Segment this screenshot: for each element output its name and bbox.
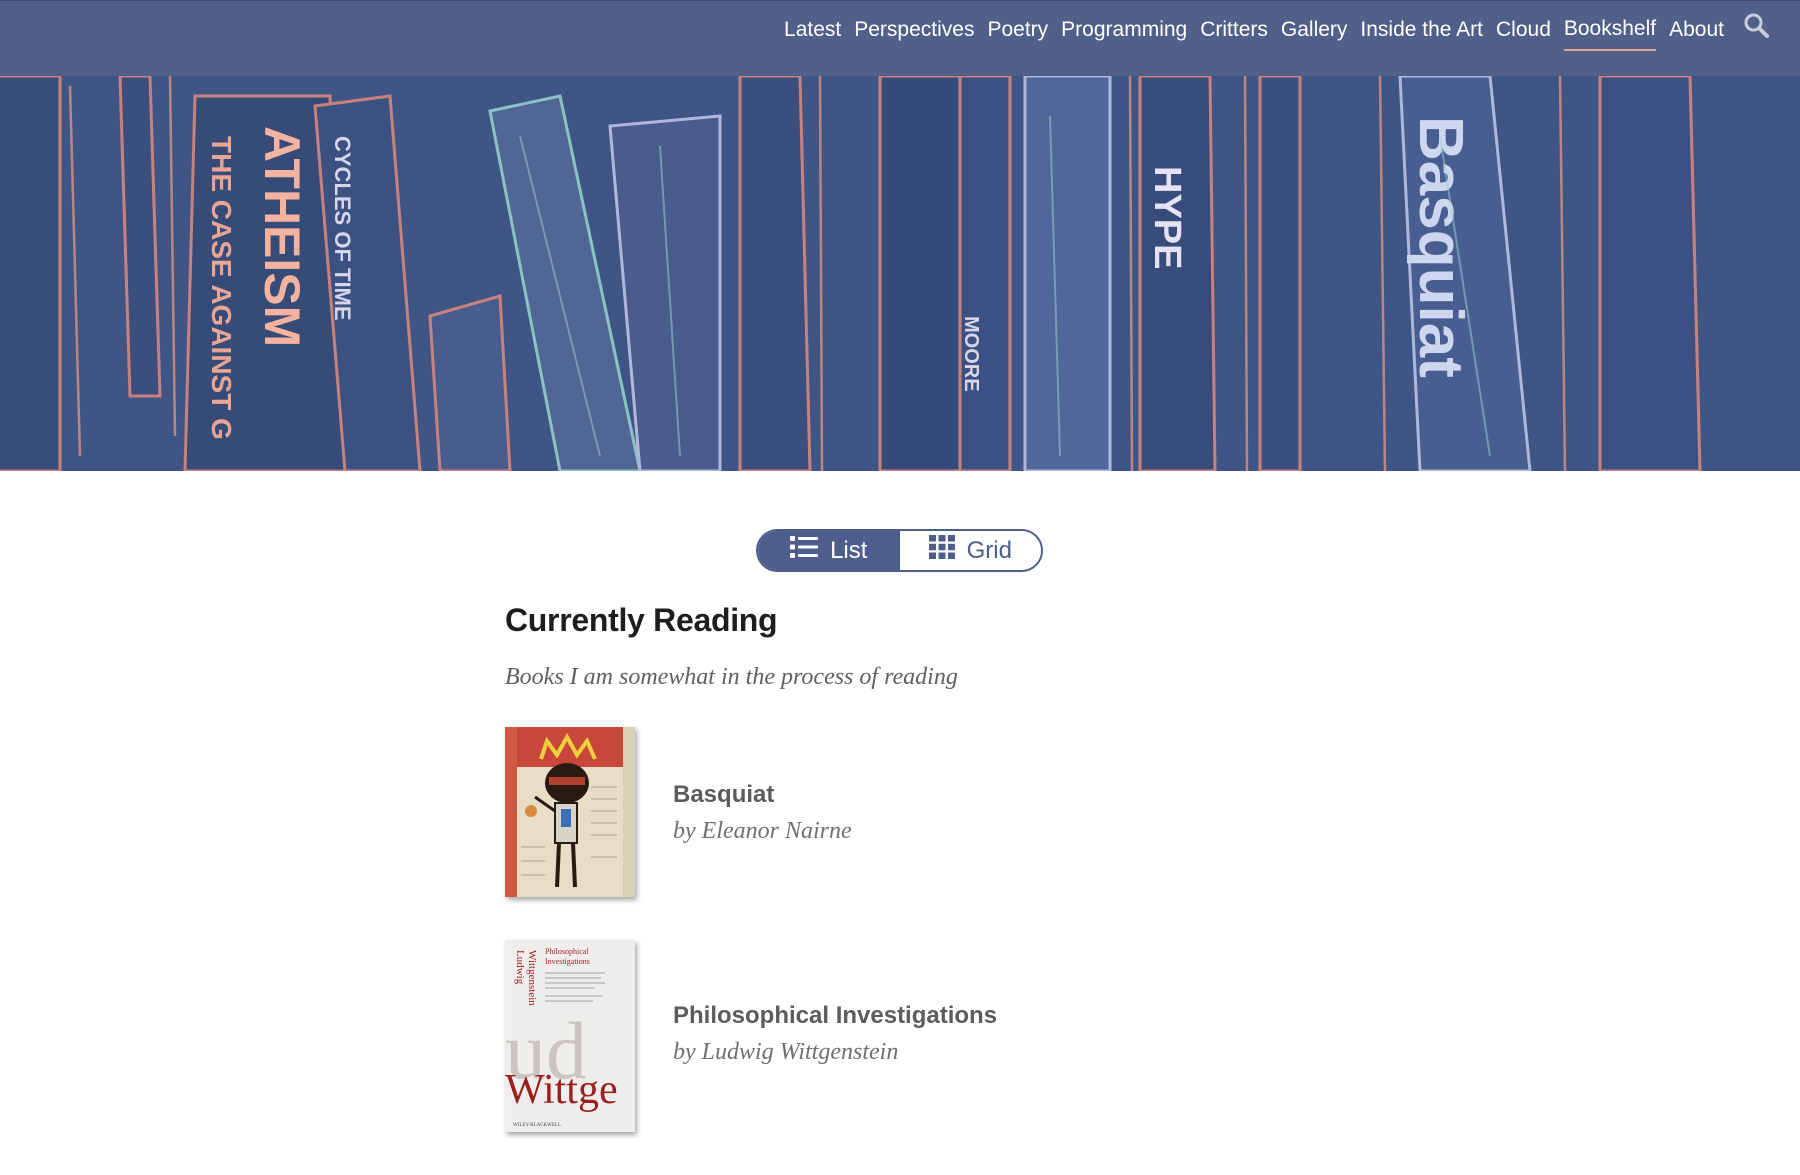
view-toggle: List Grid <box>756 529 1043 572</box>
main-nav: Latest Perspectives Poetry Programming C… <box>784 13 1724 51</box>
list-icon <box>790 535 819 566</box>
nav-item-about[interactable]: About <box>1669 14 1724 50</box>
book-cover-philosophical-investigations[interactable]: Ludwig Wittgenstein Philosophical Invest… <box>505 940 635 1132</box>
hero-spine-text: MOORE <box>960 316 982 392</box>
top-navigation-bar: Latest Perspectives Poetry Programming C… <box>0 0 1800 76</box>
nav-item-bookshelf[interactable]: Bookshelf <box>1563 13 1657 51</box>
nav-item-inside-the-art[interactable]: Inside the Art <box>1360 14 1483 50</box>
grid-icon <box>928 535 955 566</box>
hero-spine-text: CYCLES OF TIME <box>330 136 355 321</box>
section-title: Currently Reading <box>505 602 778 638</box>
cover-heading: Philosophical <box>545 947 589 956</box>
book-item-basquiat[interactable]: Basquiat by Eleanor Nairne <box>505 727 1205 902</box>
book-item-philosophical-investigations[interactable]: Ludwig Wittgenstein Philosophical Invest… <box>505 940 1205 1132</box>
cover-big-text: Wittge <box>505 1067 618 1113</box>
nav-item-critters[interactable]: Critters <box>1200 14 1268 50</box>
book-title[interactable]: Basquiat <box>673 781 774 809</box>
grid-view-label: Grid <box>966 536 1012 564</box>
hero-banner-bookshelf-painting: ATHEISM THE CASE AGAINST G CYCLES OF TIM… <box>0 76 1800 471</box>
hero-spine-text: HYPE <box>1146 166 1188 269</box>
nav-item-latest[interactable]: Latest <box>784 14 841 50</box>
hero-spine-text: ATHEISM <box>254 126 310 347</box>
list-view-button[interactable]: List <box>758 531 900 570</box>
hero-spine-text: THE CASE AGAINST G <box>206 136 237 440</box>
nav-item-perspectives[interactable]: Perspectives <box>854 14 974 50</box>
cover-side-text: Wittgenstein <box>526 950 538 1006</box>
book-author: by Eleanor Nairne <box>673 818 852 844</box>
list-view-label: List <box>830 536 868 564</box>
cover-publisher: WILEY-BLACKWELL <box>513 1123 561 1128</box>
cover-side-text: Ludwig <box>514 950 526 985</box>
search-icon[interactable] <box>1742 11 1772 41</box>
nav-item-programming[interactable]: Programming <box>1061 14 1187 50</box>
hero-spine-text: Basquiat <box>1406 116 1475 378</box>
book-title[interactable]: Philosophical Investigations <box>673 1002 997 1030</box>
grid-view-button[interactable]: Grid <box>899 531 1041 570</box>
nav-item-gallery[interactable]: Gallery <box>1281 14 1348 50</box>
nav-item-cloud[interactable]: Cloud <box>1496 14 1551 50</box>
book-cover-basquiat[interactable] <box>505 727 635 897</box>
cover-heading: Investigations <box>545 957 590 966</box>
section-subtitle: Books I am somewhat in the process of re… <box>505 664 958 690</box>
nav-item-poetry[interactable]: Poetry <box>987 14 1048 50</box>
book-author: by Ludwig Wittgenstein <box>673 1039 899 1065</box>
